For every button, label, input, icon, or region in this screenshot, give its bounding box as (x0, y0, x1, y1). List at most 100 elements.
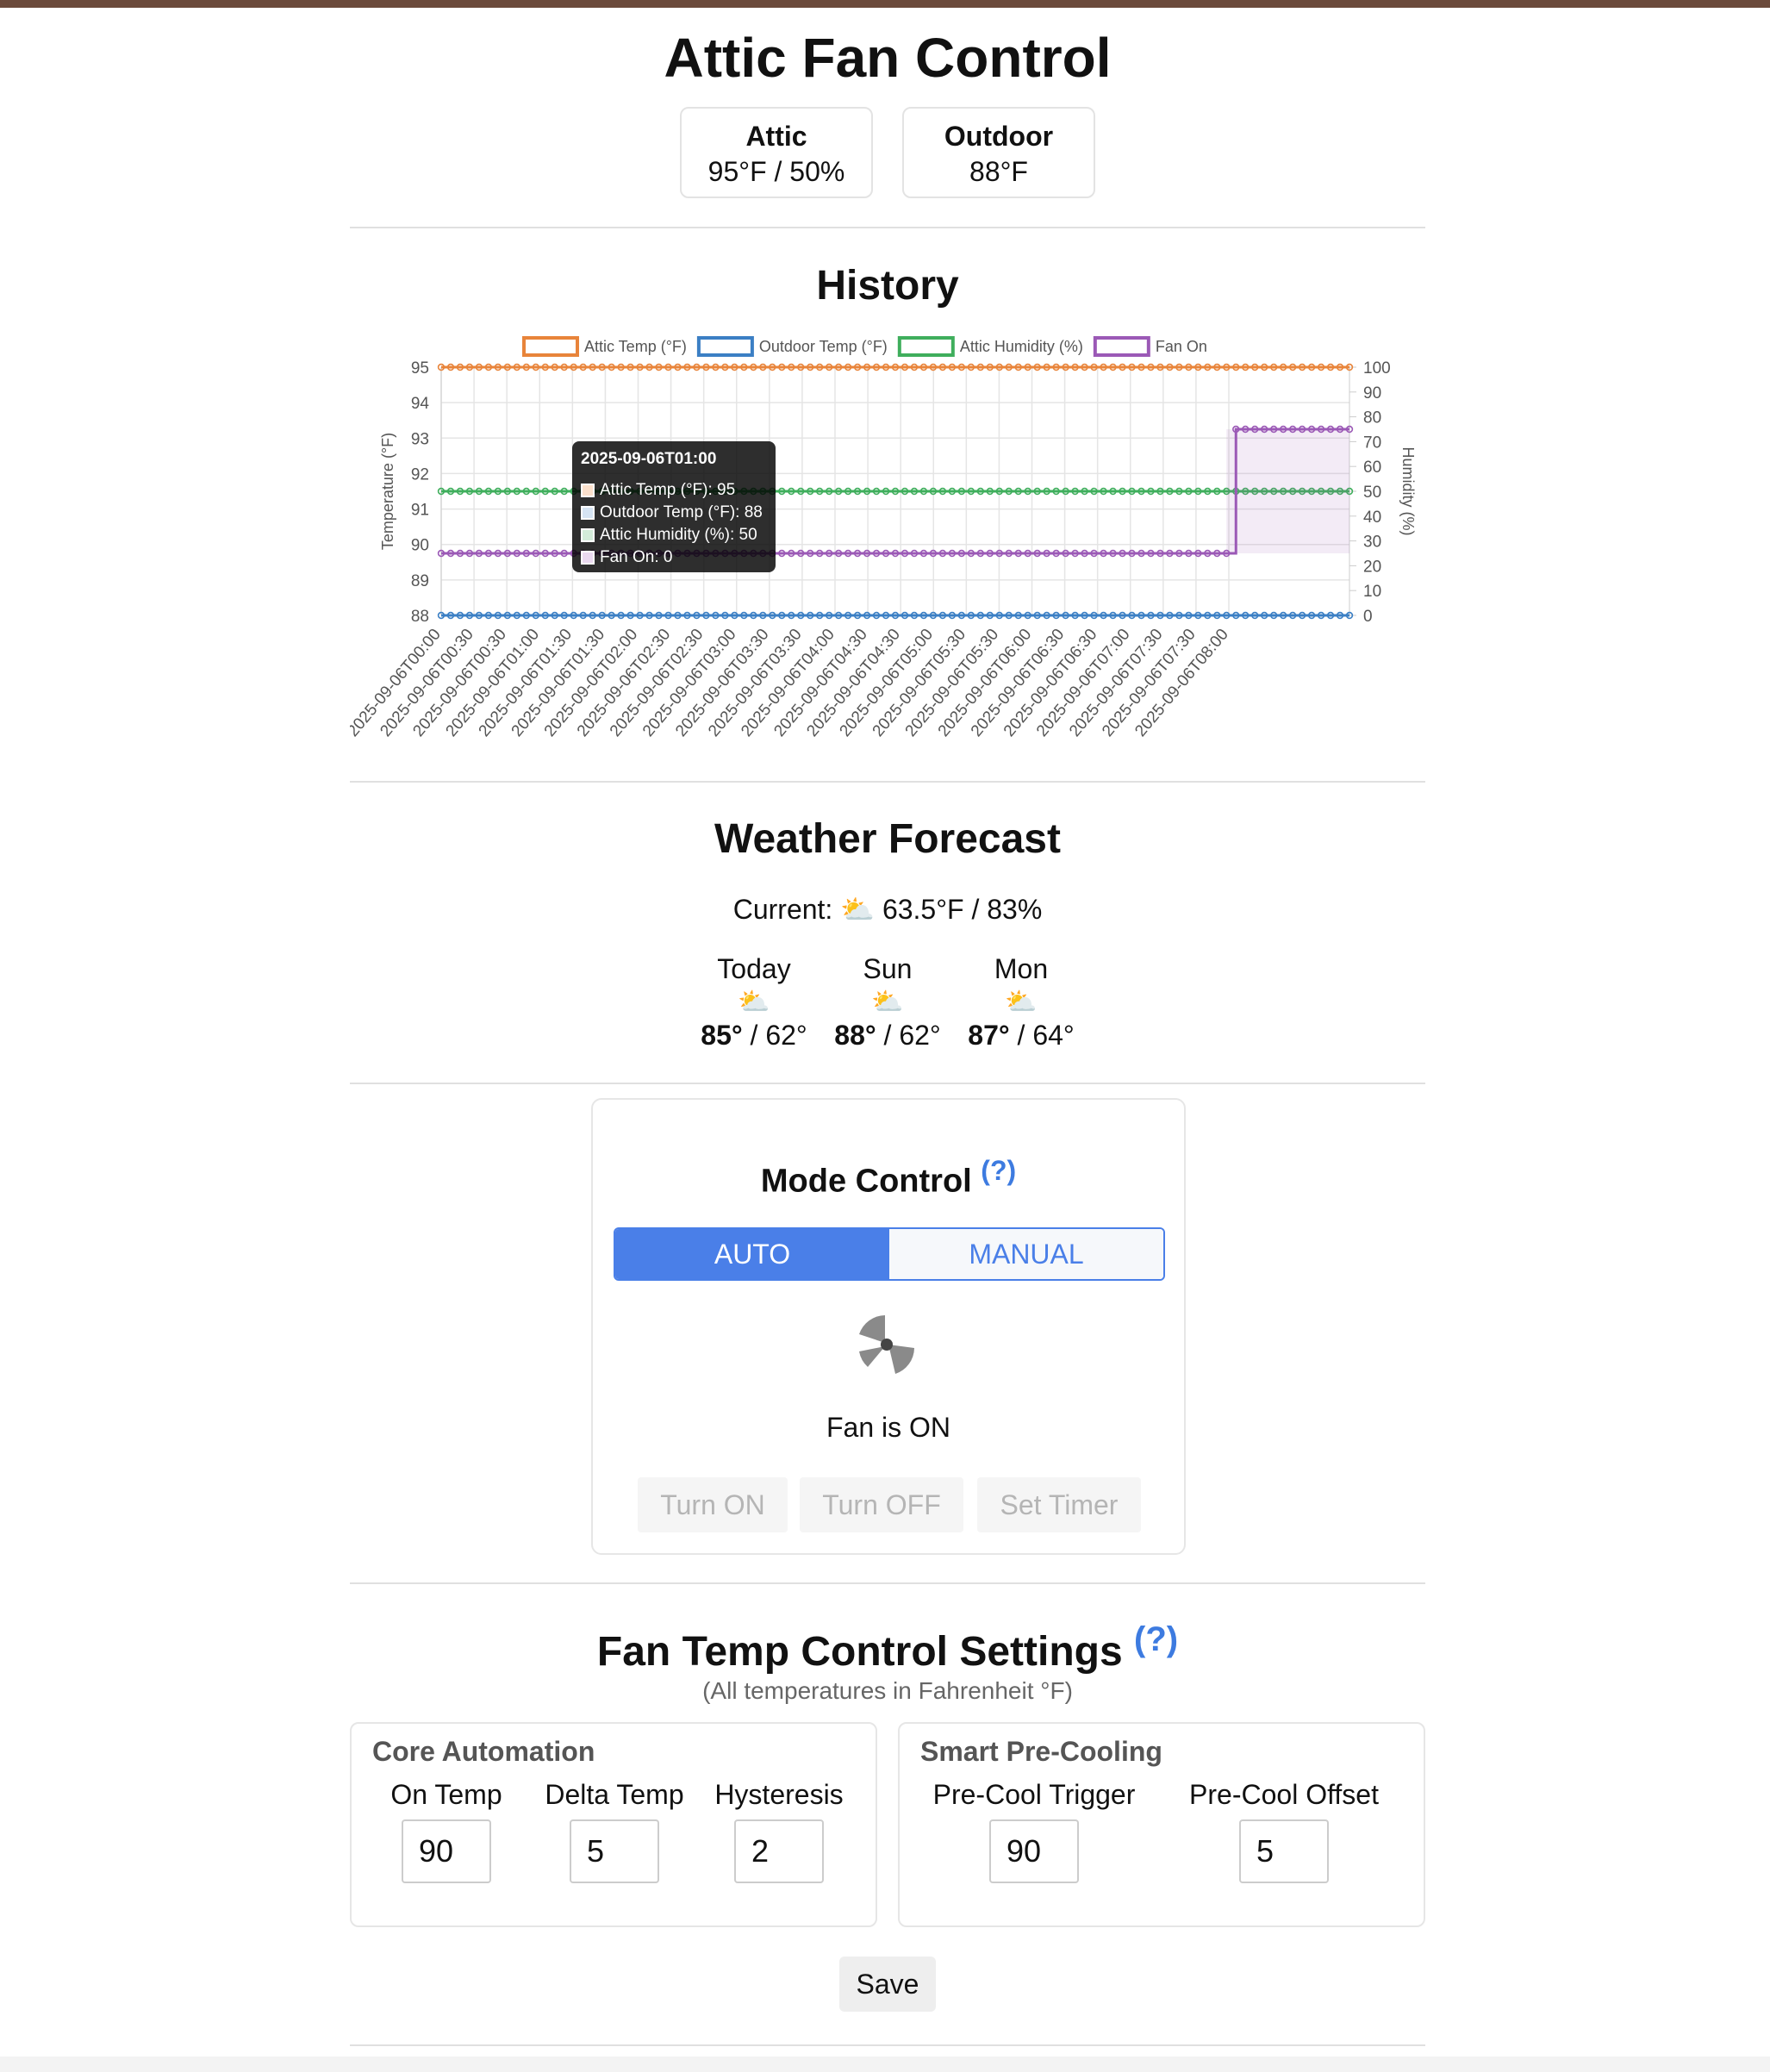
field-label: Hysteresis (714, 1779, 844, 1810)
day-name: Mon (994, 953, 1049, 984)
day-low: 62° (899, 1020, 941, 1051)
y2-tick-label: 70 (1363, 434, 1381, 452)
mode-help-link[interactable]: (?) (981, 1155, 1016, 1186)
tooltip-row-text: Fan On: 0 (600, 548, 673, 566)
field-label: Pre-Cool Trigger (932, 1779, 1136, 1810)
y2-tick-label: 30 (1363, 534, 1381, 552)
auto-mode-button[interactable]: AUTO (615, 1229, 889, 1279)
legend-label: Attic Humidity (%) (960, 338, 1083, 355)
core-automation-legend: Core Automation (372, 1736, 595, 1767)
legend-label: Attic Temp (°F) (584, 338, 687, 355)
attic-stat-label: Attic (745, 121, 807, 152)
field-label: Delta Temp (545, 1779, 684, 1810)
outdoor-stat-card: Outdoor 88°F (902, 107, 1095, 198)
manual-mode-button[interactable]: MANUAL (889, 1229, 1163, 1279)
y-tick-label: 89 (411, 572, 429, 590)
y-axis-title: Temperature (°F) (379, 433, 396, 550)
page-title: Attic Fan Control (664, 27, 1112, 89)
core-automation-fieldset: Core Automation On Temp 90 Delta Temp 5 … (350, 1722, 877, 1927)
tooltip-row: Fan On: 0 (581, 546, 767, 569)
bottom-bar (0, 2056, 1770, 2072)
day-temps: 88° / 62° (834, 1020, 941, 1051)
forecast-current: Current: ⛅ 63.5°F / 83% (350, 893, 1425, 926)
hysteresis-input[interactable]: 2 (734, 1819, 824, 1883)
y2-tick-label: 80 (1363, 409, 1381, 428)
field-label: On Temp (390, 1779, 502, 1810)
settings-help-link[interactable]: (?) (1134, 1620, 1178, 1658)
y2-tick-label: 20 (1363, 558, 1381, 576)
day-temps: 87° / 64° (968, 1020, 1075, 1051)
legend-swatch (696, 336, 754, 357)
legend-swatch (522, 336, 579, 357)
y2-tick-label: 50 (1363, 484, 1381, 502)
partly-cloudy-icon: ⛅ (738, 988, 770, 1016)
attic-stat-card: Attic 95°F / 50% (680, 107, 873, 198)
on-temp-input[interactable]: 90 (402, 1819, 491, 1883)
y-tick-label: 88 (411, 608, 429, 626)
forecast-title: Weather Forecast (714, 816, 1061, 862)
mode-toggle: AUTO MANUAL (614, 1227, 1165, 1281)
current-value: 63.5°F / 83% (882, 894, 1043, 925)
mode-control-title: Mode Control (?) (593, 1155, 1184, 1201)
smart-pre-cooling-legend: Smart Pre-Cooling (920, 1736, 1162, 1767)
day-name: Today (717, 953, 791, 984)
history-title: History (816, 263, 959, 309)
partly-cloudy-icon: ⛅ (871, 988, 904, 1016)
delta-temp-field: Delta Temp 5 (541, 1779, 688, 1883)
tooltip-swatch (581, 551, 595, 565)
field-label: Pre-Cool Offset (1189, 1779, 1379, 1810)
day-low: 64° (1032, 1020, 1075, 1051)
y-tick-label: 95 (411, 359, 429, 378)
y2-tick-label: 10 (1363, 583, 1381, 601)
forecast-day: Today ⛅ 85° / 62° (689, 953, 819, 1052)
y2-tick-label: 90 (1363, 384, 1381, 403)
tooltip-row: Attic Temp (°F): 95 (581, 479, 767, 502)
fan-on-area (1226, 429, 1349, 553)
settings-title-text: Fan Temp Control Settings (596, 1629, 1123, 1675)
tooltip-row-text: Attic Temp (°F): 95 (600, 481, 736, 499)
legend-label: Fan On (1156, 338, 1207, 355)
forecast-day: Mon ⛅ 87° / 64° (957, 953, 1086, 1052)
turn-on-button[interactable]: Turn ON (638, 1477, 788, 1532)
y-tick-label: 93 (411, 430, 429, 448)
top-accent-bar (0, 0, 1770, 8)
tooltip-row: Attic Humidity (%): 50 (581, 524, 767, 546)
pre-cool-offset-input[interactable]: 5 (1239, 1819, 1329, 1883)
partly-cloudy-icon: ⛅ (1005, 988, 1038, 1016)
mode-control-card: Mode Control (?) AUTO MANUAL Fan is ON T… (591, 1098, 1186, 1555)
tooltip-swatch (581, 528, 595, 542)
attic-stat-value: 95°F / 50% (707, 156, 845, 187)
divider (350, 1582, 1425, 1584)
mode-title-text: Mode Control (760, 1163, 972, 1200)
y2-tick-label: 0 (1363, 608, 1373, 626)
day-temps: 85° / 62° (701, 1020, 807, 1051)
y-tick-label: 90 (411, 537, 429, 555)
legend-label: Outdoor Temp (°F) (759, 338, 888, 355)
day-low: 62° (765, 1020, 807, 1051)
legend-swatch (1093, 336, 1150, 357)
day-high: 88° (834, 1020, 876, 1051)
divider (350, 781, 1425, 783)
settings-title: Fan Temp Control Settings (?) (350, 1620, 1425, 1676)
fan-icon (859, 1315, 914, 1374)
divider (350, 227, 1425, 228)
fan-status-text: Fan is ON (826, 1412, 951, 1443)
turn-off-button[interactable]: Turn OFF (800, 1477, 963, 1532)
tooltip-title: 2025-09-06T01:00 (581, 450, 717, 468)
tooltip-row-text: Outdoor Temp (°F): 88 (600, 503, 763, 521)
set-timer-button[interactable]: Set Timer (977, 1477, 1141, 1532)
save-button[interactable]: Save (839, 1957, 936, 2012)
pre-cool-trigger-input[interactable]: 90 (989, 1819, 1079, 1883)
day-high: 85° (701, 1020, 743, 1051)
y2-tick-label: 60 (1363, 459, 1381, 477)
hysteresis-field: Hysteresis 2 (712, 1779, 846, 1883)
tooltip-row: Outdoor Temp (°F): 88 (581, 502, 767, 524)
delta-temp-input[interactable]: 5 (570, 1819, 659, 1883)
settings-subtitle: (All temperatures in Fahrenheit °F) (702, 1677, 1073, 1704)
on-temp-field: On Temp 90 (386, 1779, 507, 1883)
history-chart[interactable]: Attic Temp (°F) Outdoor Temp (°F) Attic Hu… (350, 319, 1425, 750)
outdoor-stat-value: 88°F (969, 156, 1028, 187)
smart-pre-cooling-fieldset: Smart Pre-Cooling Pre-Cool Trigger 90 Pr… (898, 1722, 1425, 1927)
legend-swatch (897, 336, 955, 357)
tooltip-row-text: Attic Humidity (%): 50 (600, 526, 757, 544)
